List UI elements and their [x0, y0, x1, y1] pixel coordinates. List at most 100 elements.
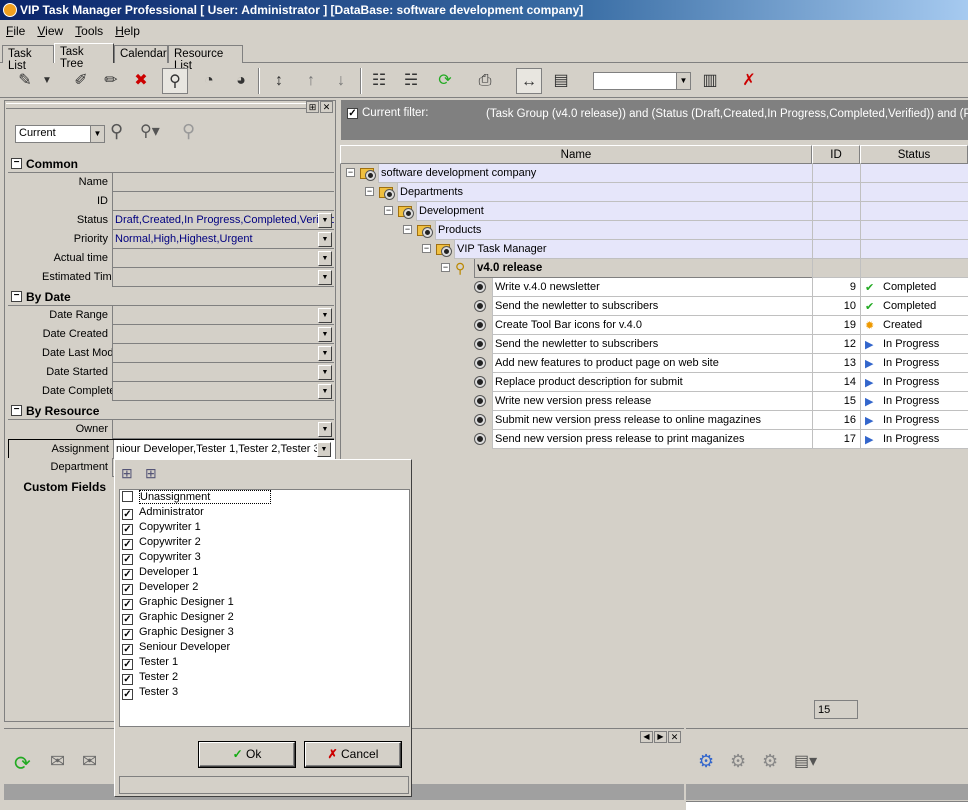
- assignment-item[interactable]: ✓ Tester 2: [122, 671, 178, 686]
- refresh-icon[interactable]: ⟳: [432, 68, 458, 94]
- menu-file[interactable]: File: [0, 21, 31, 41]
- task-row[interactable]: Submit new version press release to onli…: [340, 411, 968, 430]
- delete-task-icon[interactable]: ✖: [128, 68, 154, 94]
- assignment-item[interactable]: Unassignment: [122, 490, 272, 506]
- checkbox[interactable]: ✓: [122, 584, 133, 595]
- collapse-icon[interactable]: −: [422, 244, 431, 253]
- expand-tree-icon[interactable]: ☷: [366, 68, 392, 94]
- current-filter-select[interactable]: Current ▼: [15, 125, 105, 143]
- checkbox[interactable]: ✓: [122, 599, 133, 610]
- chevron-down-icon[interactable]: ▼: [318, 232, 332, 247]
- assignment-item[interactable]: ✓ Copywriter 3: [122, 551, 201, 566]
- group-row[interactable]: − software development company: [340, 164, 968, 183]
- checkbox[interactable]: ✓: [122, 629, 133, 640]
- mail-read-icon[interactable]: ✉: [82, 751, 108, 777]
- menu-help[interactable]: Help: [109, 21, 146, 41]
- select-all-icon[interactable]: ⊞: [121, 466, 137, 482]
- fit-width-icon[interactable]: ↔: [516, 68, 542, 94]
- tab-task-list[interactable]: Task List: [2, 45, 54, 72]
- assignment-item[interactable]: ✓ Developer 1: [122, 566, 198, 581]
- tab-task-tree[interactable]: Task Tree: [54, 43, 114, 70]
- menu-tools[interactable]: Tools: [69, 21, 109, 41]
- toolbar-combo[interactable]: ▼: [593, 72, 691, 90]
- column-header-id[interactable]: ID: [812, 145, 860, 164]
- assignment-item[interactable]: ✓ Tester 3: [122, 686, 178, 701]
- checkbox[interactable]: ✓: [122, 674, 133, 685]
- collapse-icon[interactable]: −: [11, 405, 22, 416]
- move-up-icon[interactable]: ↑: [298, 68, 324, 94]
- assignment-item[interactable]: ✓ Graphic Designer 1: [122, 596, 234, 611]
- prop-date-started[interactable]: Date Started ▼: [8, 363, 334, 382]
- checkbox[interactable]: ✓: [122, 524, 133, 535]
- task-row[interactable]: Send the newletter to subscribers 10 ✔ Comp…: [340, 297, 968, 316]
- task-group-row[interactable]: − ⚲ v4.0 release: [340, 259, 968, 278]
- panel-grip[interactable]: [6, 103, 306, 109]
- next-icon[interactable]: ▶: [654, 731, 667, 743]
- prop-date-last-modified[interactable]: Date Last Modified▼: [8, 344, 334, 363]
- prev-icon[interactable]: ◀: [640, 731, 653, 743]
- resource-add-icon[interactable]: ⚙: [698, 751, 724, 777]
- group-row[interactable]: − Departments: [340, 183, 968, 202]
- pin-icon[interactable]: ⊞: [306, 101, 319, 113]
- close-panel-icon[interactable]: ✕: [320, 101, 333, 113]
- checkbox[interactable]: ✓: [122, 509, 133, 520]
- chevron-down-icon[interactable]: ▼: [317, 442, 331, 457]
- tab-resource-list[interactable]: Resource List: [168, 45, 243, 72]
- collapse-icon[interactable]: −: [441, 263, 450, 272]
- checkbox[interactable]: ✓: [122, 689, 133, 700]
- prop-name[interactable]: Name: [8, 173, 334, 192]
- column-header-name[interactable]: Name: [340, 145, 812, 164]
- refresh-icon[interactable]: ⟳: [14, 751, 40, 777]
- menu-view[interactable]: View: [31, 21, 69, 41]
- deselect-all-icon[interactable]: ⊞: [145, 466, 161, 482]
- group-row[interactable]: − VIP Task Manager: [340, 240, 968, 259]
- delete-layout-icon[interactable]: ✗: [736, 68, 762, 94]
- category-by-date[interactable]: − By Date: [8, 287, 334, 306]
- collapse-tree-icon[interactable]: ☵: [398, 68, 424, 94]
- task-row[interactable]: Send new version press release to print …: [340, 430, 968, 449]
- mail-open-icon[interactable]: ✉: [50, 751, 76, 777]
- checkbox[interactable]: ✓: [122, 614, 133, 625]
- move-down-icon[interactable]: ↓: [328, 68, 354, 94]
- collapse-icon[interactable]: −: [11, 158, 22, 169]
- chevron-down-icon[interactable]: ▼: [318, 270, 332, 285]
- edit-task-icon[interactable]: ✐: [68, 68, 94, 94]
- columns-icon[interactable]: ▤: [548, 68, 574, 94]
- prop-date-completed[interactable]: Date Completed▼: [8, 382, 334, 401]
- prop-date-range[interactable]: Date Range ▼: [8, 306, 334, 325]
- assignment-item[interactable]: ✓ Copywriter 2: [122, 536, 201, 551]
- clear-filter-icon[interactable]: ⚲: [182, 121, 206, 147]
- chevron-down-icon[interactable]: ▼: [318, 346, 332, 361]
- collapse-icon[interactable]: −: [384, 206, 393, 215]
- prop-date-created[interactable]: Date Created ▼: [8, 325, 334, 344]
- checkbox[interactable]: ✓: [122, 554, 133, 565]
- prop-status[interactable]: Status Draft,Created,In Progress,Complete…: [8, 211, 334, 230]
- chevron-down-icon[interactable]: ▼: [318, 422, 332, 437]
- task-up-icon[interactable]: ◕: [228, 68, 254, 94]
- resize-grip[interactable]: [119, 776, 409, 794]
- new-task-icon[interactable]: ✎: [12, 68, 38, 94]
- ok-button[interactable]: ✓ Ok: [199, 742, 295, 767]
- category-common[interactable]: − Common: [8, 154, 334, 173]
- prop-assignment[interactable]: Assignment niour Developer,Tester 1,Teste…: [8, 439, 335, 459]
- chevron-down-icon[interactable]: ▼: [318, 384, 332, 399]
- checkbox[interactable]: ✓: [122, 644, 133, 655]
- category-custom-fields[interactable]: Custom Fields: [8, 477, 112, 496]
- prop-id[interactable]: ID: [8, 192, 334, 211]
- prop-priority[interactable]: Priority Normal,High,Highest,Urgent ▼: [8, 230, 334, 249]
- checkbox[interactable]: ✓: [122, 539, 133, 550]
- assignment-item[interactable]: ✓ Graphic Designer 2: [122, 611, 234, 626]
- save-layout-icon[interactable]: ▥: [697, 68, 723, 94]
- checkbox[interactable]: [122, 491, 133, 502]
- prop-actual-time[interactable]: Actual time ▼: [8, 249, 334, 268]
- chevron-down-icon[interactable]: ▼: [318, 365, 332, 380]
- filter-toggle-icon[interactable]: ⚲: [162, 68, 188, 94]
- checkbox[interactable]: ✓: [122, 569, 133, 580]
- task-row[interactable]: Send the newletter to subscribers 12 ▶ In P…: [340, 335, 968, 354]
- assignment-item[interactable]: ✓ Seniour Developer: [122, 641, 230, 656]
- resource-delete-icon[interactable]: ⚙: [762, 751, 788, 777]
- task-row[interactable]: Replace product description for submit 14…: [340, 373, 968, 392]
- prop-estimated-time[interactable]: Estimated Time ▼: [8, 268, 334, 287]
- task-row[interactable]: Create Tool Bar icons for v.4.0 19 ✹ Create…: [340, 316, 968, 335]
- edit-task-2-icon[interactable]: ✏: [98, 68, 124, 94]
